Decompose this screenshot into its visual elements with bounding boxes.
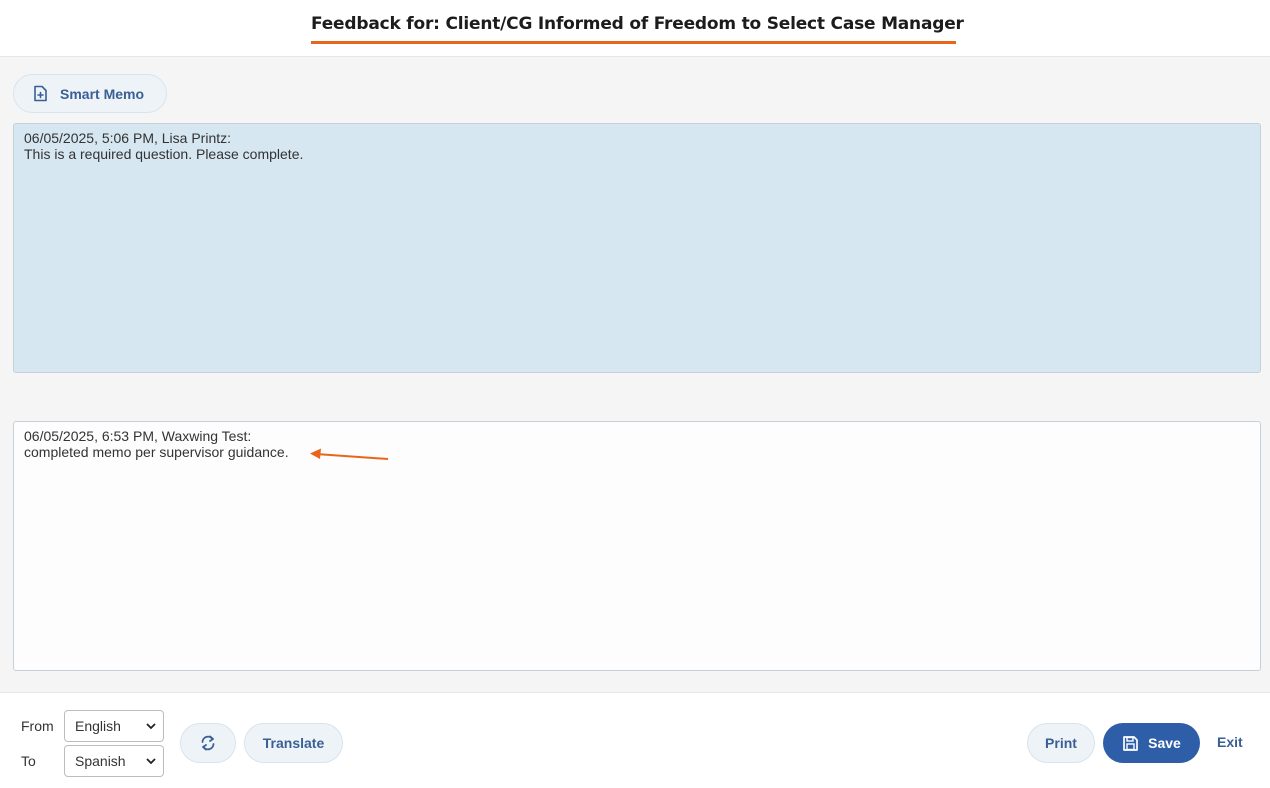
translate-button[interactable]: Translate [244,723,343,763]
from-language-value: English [75,718,121,734]
chevron-down-icon [146,723,156,730]
feedback-memo-textarea[interactable]: 06/05/2025, 6:53 PM, Waxwing Test: compl… [13,421,1261,671]
to-language-value: Spanish [75,753,126,769]
to-language-select[interactable]: Spanish [64,745,164,777]
save-button[interactable]: Save [1103,723,1200,763]
from-language-select[interactable]: English [64,710,164,742]
add-document-icon [33,85,48,102]
smart-memo-label: Smart Memo [60,85,145,102]
header-bar: Feedback for: Client/CG Informed of Free… [0,0,1270,57]
exit-link[interactable]: Exit [1217,734,1243,750]
to-label: To [21,753,36,769]
page-title: Feedback for: Client/CG Informed of Free… [311,14,964,44]
save-disk-icon [1123,735,1138,751]
swap-languages-button[interactable] [180,723,236,763]
print-button[interactable]: Print [1027,723,1095,763]
previous-feedback-memo: 06/05/2025, 5:06 PM, Lisa Printz: This i… [13,123,1261,373]
refresh-icon [201,735,215,751]
from-label: From [21,718,54,734]
annotation-arrow [310,448,389,460]
save-label: Save [1148,735,1181,751]
chevron-down-icon [146,758,156,765]
smart-memo-button[interactable]: Smart Memo [13,74,167,113]
